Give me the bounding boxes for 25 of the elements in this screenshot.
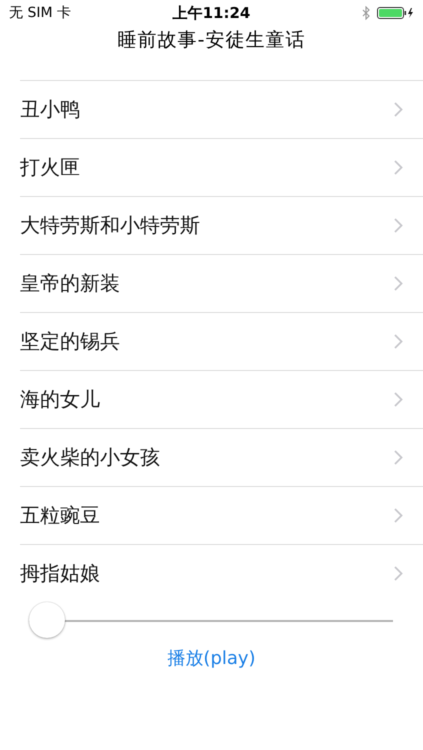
chevron-icon (394, 218, 403, 233)
chevron-icon (394, 450, 403, 465)
progress-slider[interactable] (29, 602, 393, 640)
story-row[interactable]: 打火匣 (20, 138, 423, 196)
story-row[interactable]: 海的女儿 (20, 370, 423, 428)
story-row[interactable]: 五粒豌豆 (20, 486, 423, 544)
play-button[interactable]: 播放(play) (167, 646, 256, 670)
carrier-label: 无 SIM 卡 (9, 4, 71, 22)
story-row[interactable]: 丑小鸭 (20, 80, 423, 138)
bluetooth-icon (362, 6, 371, 20)
story-row[interactable]: 坚定的锡兵 (20, 312, 423, 370)
chevron-icon (394, 566, 403, 581)
status-time: 上午11:24 (172, 4, 250, 22)
story-row[interactable]: 大特劳斯和小特劳斯 (20, 196, 423, 254)
story-row[interactable]: 皇帝的新装 (20, 254, 423, 312)
story-row[interactable]: 拇指姑娘 (20, 544, 423, 602)
chevron-icon (394, 392, 403, 407)
chevron-icon (394, 508, 403, 523)
chevron-icon (394, 276, 403, 291)
chevron-icon (394, 160, 403, 175)
nav-title: 睡前故事-安徒生童话 (118, 28, 306, 53)
story-row[interactable]: 卖火柴的小女孩 (20, 428, 423, 486)
battery-icon (377, 7, 415, 19)
chevron-icon (394, 102, 403, 117)
chevron-icon (394, 334, 403, 349)
